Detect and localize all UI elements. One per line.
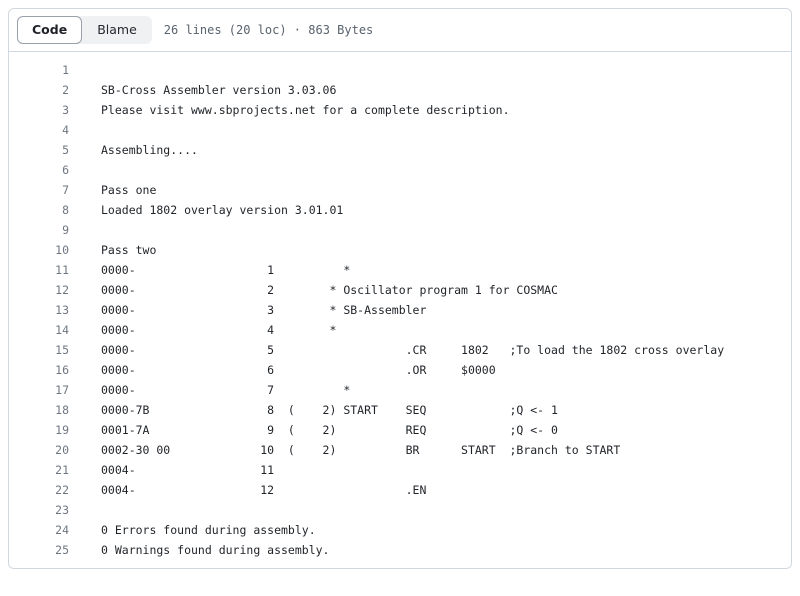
line-content: 0004- 12 .EN <box>69 480 426 500</box>
line-number[interactable]: 1 <box>9 60 69 80</box>
table-row: 250 Warnings found during assembly. <box>9 540 791 560</box>
line-number[interactable]: 16 <box>9 360 69 380</box>
table-row: 5Assembling.... <box>9 140 791 160</box>
line-content: 0000- 7 * <box>69 380 350 400</box>
line-content: 0000- 4 * <box>69 320 336 340</box>
tab-code[interactable]: Code <box>17 16 82 44</box>
line-number[interactable]: 9 <box>9 220 69 240</box>
table-row: 220004- 12 .EN <box>9 480 791 500</box>
line-content: 0000-7B 8 ( 2) START SEQ ;Q <- 1 <box>69 400 558 420</box>
table-row: 9 <box>9 220 791 240</box>
line-content: 0000- 6 .OR $0000 <box>69 360 496 380</box>
table-row: 7Pass one <box>9 180 791 200</box>
table-row: 4 <box>9 120 791 140</box>
line-number[interactable]: 10 <box>9 240 69 260</box>
line-content <box>69 500 101 520</box>
tab-blame[interactable]: Blame <box>82 16 152 44</box>
line-number[interactable]: 15 <box>9 340 69 360</box>
line-number[interactable]: 7 <box>9 180 69 200</box>
line-content: SB-Cross Assembler version 3.03.06 <box>69 80 336 100</box>
table-row: 110000- 1 * <box>9 260 791 280</box>
table-row: 150000- 5 .CR 1802 ;To load the 1802 cro… <box>9 340 791 360</box>
table-row: 210004- 11 <box>9 460 791 480</box>
table-row: 140000- 4 * <box>9 320 791 340</box>
table-row: 200002-30 00 10 ( 2) BR START ;Branch to… <box>9 440 791 460</box>
line-content: Please visit www.sbprojects.net for a co… <box>69 100 510 120</box>
line-number[interactable]: 25 <box>9 540 69 560</box>
table-row: 180000-7B 8 ( 2) START SEQ ;Q <- 1 <box>9 400 791 420</box>
line-content: 0002-30 00 10 ( 2) BR START ;Branch to S… <box>69 440 620 460</box>
line-content: 0004- 11 <box>69 460 274 480</box>
line-number[interactable]: 24 <box>9 520 69 540</box>
code-lines: 12SB-Cross Assembler version 3.03.063Ple… <box>9 52 791 568</box>
table-row: 240 Errors found during assembly. <box>9 520 791 540</box>
line-number[interactable]: 21 <box>9 460 69 480</box>
line-number[interactable]: 18 <box>9 400 69 420</box>
file-card: Code Blame 26 lines (20 loc) · 863 Bytes… <box>8 8 792 569</box>
table-row: 1 <box>9 60 791 80</box>
line-number[interactable]: 4 <box>9 120 69 140</box>
line-content: Pass one <box>69 180 156 200</box>
line-number[interactable]: 12 <box>9 280 69 300</box>
line-content: 0000- 5 .CR 1802 ;To load the 1802 cross… <box>69 340 724 360</box>
line-content: Assembling.... <box>69 140 198 160</box>
table-row: 23 <box>9 500 791 520</box>
line-number[interactable]: 8 <box>9 200 69 220</box>
line-content: Loaded 1802 overlay version 3.01.01 <box>69 200 343 220</box>
line-number[interactable]: 22 <box>9 480 69 500</box>
line-number[interactable]: 6 <box>9 160 69 180</box>
line-number[interactable]: 2 <box>9 80 69 100</box>
line-content <box>69 220 101 240</box>
line-content: 0001-7A 9 ( 2) REQ ;Q <- 0 <box>69 420 558 440</box>
code-blame-toggle: Code Blame <box>17 16 152 44</box>
table-row: 2SB-Cross Assembler version 3.03.06 <box>9 80 791 100</box>
line-number[interactable]: 19 <box>9 420 69 440</box>
line-content: Pass two <box>69 240 156 260</box>
line-content: 0 Errors found during assembly. <box>69 520 316 540</box>
table-row: 3Please visit www.sbprojects.net for a c… <box>9 100 791 120</box>
table-row: 130000- 3 * SB-Assembler <box>9 300 791 320</box>
line-content <box>69 60 101 80</box>
line-number[interactable]: 14 <box>9 320 69 340</box>
line-number[interactable]: 11 <box>9 260 69 280</box>
line-content: 0000- 1 * <box>69 260 350 280</box>
line-content: 0 Warnings found during assembly. <box>69 540 329 560</box>
line-number[interactable]: 20 <box>9 440 69 460</box>
line-number[interactable]: 3 <box>9 100 69 120</box>
file-header: Code Blame 26 lines (20 loc) · 863 Bytes <box>9 9 791 52</box>
line-number[interactable]: 13 <box>9 300 69 320</box>
line-number[interactable]: 23 <box>9 500 69 520</box>
line-number[interactable]: 5 <box>9 140 69 160</box>
table-row: 120000- 2 * Oscillator program 1 for COS… <box>9 280 791 300</box>
table-row: 6 <box>9 160 791 180</box>
line-number[interactable]: 17 <box>9 380 69 400</box>
line-content: 0000- 3 * SB-Assembler <box>69 300 426 320</box>
table-row: 160000- 6 .OR $0000 <box>9 360 791 380</box>
table-row: 190001-7A 9 ( 2) REQ ;Q <- 0 <box>9 420 791 440</box>
table-row: 170000- 7 * <box>9 380 791 400</box>
line-content: 0000- 2 * Oscillator program 1 for COSMA… <box>69 280 558 300</box>
table-row: 8Loaded 1802 overlay version 3.01.01 <box>9 200 791 220</box>
table-row: 10Pass two <box>9 240 791 260</box>
line-content <box>69 120 101 140</box>
file-meta: 26 lines (20 loc) · 863 Bytes <box>164 23 374 37</box>
line-content <box>69 160 101 180</box>
